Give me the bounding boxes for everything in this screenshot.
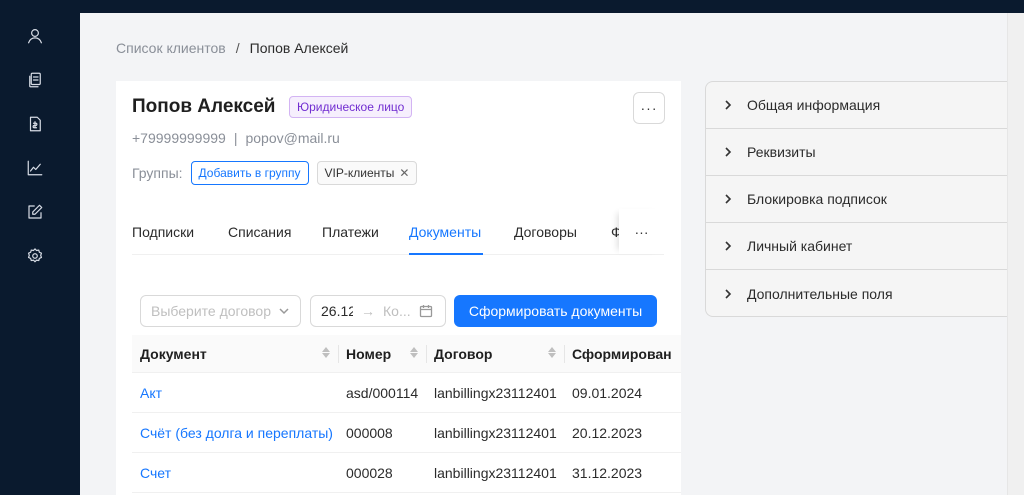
accordion-label: Личный кабинет xyxy=(747,238,853,254)
client-type-badge: Юридическое лицо xyxy=(289,96,413,118)
breadcrumb-current: Попов Алексей xyxy=(249,40,349,56)
tab-contracts[interactable]: Договоры xyxy=(514,224,577,240)
column-header-contract[interactable]: Договор xyxy=(426,335,564,373)
groups-label: Группы: xyxy=(132,165,183,181)
document-link[interactable]: Счет xyxy=(132,453,171,493)
document-date: 20.12.2023 xyxy=(572,425,643,441)
accordion-additional-fields[interactable]: Дополнительные поля xyxy=(706,270,1007,317)
contract-select[interactable]: Выберите договор xyxy=(140,295,301,327)
tabs-more-button[interactable]: ··· xyxy=(619,209,664,254)
add-to-group-button[interactable]: Добавить в группу xyxy=(190,161,309,185)
tab-subscriptions[interactable]: Подписки xyxy=(132,224,194,240)
calendar-icon xyxy=(419,305,433,318)
date-start-input[interactable]: 26.12 xyxy=(321,303,353,319)
column-header-number[interactable]: Номер xyxy=(338,335,426,373)
invoice-icon[interactable] xyxy=(24,113,46,135)
table-row: Акт asd/000114 lanbillingx23112401 09.01… xyxy=(132,373,681,413)
document-link[interactable]: Акт xyxy=(132,373,162,413)
document-contract: lanbillingx23112401 xyxy=(434,425,557,441)
accordion-label: Дополнительные поля xyxy=(747,285,893,302)
more-actions-button[interactable]: ··· xyxy=(633,92,665,124)
chevron-right-icon xyxy=(725,194,732,204)
document-number: 000008 xyxy=(346,425,393,441)
document-number: asd/000114 xyxy=(346,385,419,401)
tab-charges[interactable]: Списания xyxy=(228,224,291,240)
table-row: Счет 000028 lanbillingx23112401 31.12.20… xyxy=(132,453,681,493)
contact-separator: | xyxy=(233,130,238,146)
gear-icon[interactable] xyxy=(24,245,46,267)
chevron-right-icon xyxy=(725,147,732,157)
accordion-subscription-block[interactable]: Блокировка подписок xyxy=(706,176,1007,223)
sort-icon[interactable] xyxy=(410,347,418,358)
details-accordion: Общая информация Реквизиты Блокировка по… xyxy=(705,81,1007,317)
accordion-label: Блокировка подписок xyxy=(747,191,887,207)
document-contract: lanbillingx23112401 xyxy=(434,465,557,481)
contract-select-placeholder: Выберите договор xyxy=(151,303,271,319)
column-header-label: Сформирован xyxy=(572,346,672,362)
accordion-label: Общая информация xyxy=(747,97,881,113)
table-header: Документ Номер Договор Сформирован xyxy=(132,335,681,373)
edit-square-icon[interactable] xyxy=(24,201,46,223)
top-bar xyxy=(80,0,1024,13)
active-tab-indicator xyxy=(409,253,483,255)
accordion-label: Реквизиты xyxy=(747,144,816,160)
chevron-right-icon xyxy=(725,241,732,251)
tabs-bar: Подписки Списания Платежи Документы Дого… xyxy=(132,209,664,255)
page-scrollbar[interactable] xyxy=(1007,13,1024,495)
close-icon[interactable]: ✕ xyxy=(399,162,409,184)
column-header-generated[interactable]: Сформирован xyxy=(564,335,681,373)
client-phone: +79999999999 xyxy=(132,130,226,146)
table-row: Счёт (без долга и переплаты) 000008 lanb… xyxy=(132,413,681,453)
sort-icon[interactable] xyxy=(322,347,330,358)
document-link[interactable]: Счёт (без долга и переплаты) xyxy=(132,413,333,453)
arrow-right-icon: → xyxy=(361,303,375,319)
chevron-down-icon xyxy=(279,308,289,315)
date-range-picker[interactable]: 26.12 → Ко... xyxy=(310,295,446,327)
date-end-input[interactable]: Ко... xyxy=(383,303,411,319)
accordion-personal-account[interactable]: Личный кабинет xyxy=(706,223,1007,270)
document-date: 31.12.2023 xyxy=(572,465,643,481)
accordion-requisites[interactable]: Реквизиты xyxy=(706,129,1007,176)
documents-table: Документ Номер Договор Сформирован Акт a… xyxy=(132,335,681,493)
column-header-label: Договор xyxy=(434,346,493,362)
client-email: popov@mail.ru xyxy=(245,130,340,146)
document-date: 09.01.2024 xyxy=(572,385,643,401)
copy-document-icon[interactable] xyxy=(24,69,46,91)
breadcrumb: Список клиентов / Попов Алексей xyxy=(116,40,348,56)
breadcrumb-clients-link[interactable]: Список клиентов xyxy=(116,40,226,56)
chart-line-icon[interactable] xyxy=(24,157,46,179)
chevron-right-icon xyxy=(725,288,732,299)
client-card: Попов Алексей Юридическое лицо ··· +7999… xyxy=(116,81,681,495)
tab-payments[interactable]: Платежи xyxy=(322,224,379,240)
group-tag: VIP-клиенты ✕ xyxy=(316,161,418,185)
groups-row: Группы: Добавить в группу VIP-клиенты ✕ xyxy=(132,161,418,185)
document-contract: lanbillingx23112401 xyxy=(434,385,557,401)
breadcrumb-separator: / xyxy=(235,40,240,56)
main-content: Список клиентов / Попов Алексей Попов Ал… xyxy=(80,13,1007,495)
generate-documents-button[interactable]: Сформировать документы xyxy=(454,295,657,327)
client-name: Попов Алексей xyxy=(132,96,276,117)
user-icon[interactable] xyxy=(24,25,46,47)
column-header-document[interactable]: Документ xyxy=(132,335,338,373)
tab-documents[interactable]: Документы xyxy=(409,224,481,240)
group-tag-label: VIP-клиенты xyxy=(324,166,395,180)
sort-icon[interactable] xyxy=(548,347,556,358)
chevron-right-icon xyxy=(725,100,732,110)
column-header-label: Документ xyxy=(140,346,207,362)
accordion-general-info[interactable]: Общая информация xyxy=(706,82,1007,129)
client-contacts: +79999999999 | popov@mail.ru xyxy=(132,130,340,146)
sidebar xyxy=(0,0,80,495)
document-number: 000028 xyxy=(346,465,393,481)
column-header-label: Номер xyxy=(346,346,392,362)
